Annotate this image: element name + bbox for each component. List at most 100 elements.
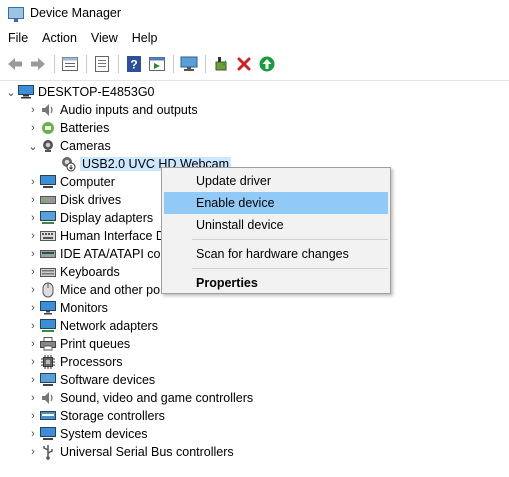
tree-item-label: Universal Serial Bus controllers bbox=[60, 445, 234, 459]
menu-update-driver[interactable]: Update driver bbox=[164, 170, 388, 192]
storage-controller-icon bbox=[40, 408, 56, 424]
computer-icon bbox=[40, 174, 56, 190]
tree-item-label: Keyboards bbox=[60, 265, 120, 279]
chevron-right-icon[interactable]: › bbox=[26, 281, 40, 299]
tree-item-cameras[interactable]: ⌄ Cameras bbox=[26, 137, 111, 155]
tree-item-storage[interactable]: › Storage controllers bbox=[26, 407, 165, 425]
window-title: Device Manager bbox=[30, 6, 122, 20]
tree-item-mice[interactable]: › Mice and other po bbox=[26, 281, 160, 299]
tree-item-print[interactable]: › Print queues bbox=[26, 335, 130, 353]
hid-icon bbox=[40, 228, 56, 244]
chevron-right-icon[interactable]: › bbox=[26, 191, 40, 209]
menu-properties[interactable]: Properties bbox=[164, 272, 388, 294]
ide-controller-icon bbox=[40, 246, 56, 262]
tree-item-computer[interactable]: › Computer bbox=[26, 173, 115, 191]
tree-item-label: Print queues bbox=[60, 337, 131, 351]
toolbar-separator bbox=[205, 55, 206, 73]
toolbar-separator bbox=[54, 55, 55, 73]
chevron-right-icon[interactable]: › bbox=[26, 173, 40, 191]
tree-item-disk[interactable]: › Disk drives bbox=[26, 191, 121, 209]
menu-bar: File Action View Help bbox=[0, 28, 165, 48]
uninstall-icon[interactable] bbox=[233, 53, 255, 75]
chevron-right-icon[interactable]: › bbox=[26, 263, 40, 281]
chevron-right-icon[interactable]: › bbox=[26, 443, 40, 461]
tree-item-processors[interactable]: › Processors bbox=[26, 353, 123, 371]
chevron-right-icon[interactable]: › bbox=[26, 335, 40, 353]
keyboard-icon bbox=[40, 264, 56, 280]
tree-item-label: Network adapters bbox=[60, 319, 158, 333]
tree-item-sound[interactable]: › Sound, video and game controllers bbox=[26, 389, 253, 407]
menu-separator bbox=[192, 268, 388, 269]
tree-item-system[interactable]: › System devices bbox=[26, 425, 148, 443]
forward-icon[interactable] bbox=[27, 53, 49, 75]
tree-item-label: Processors bbox=[60, 355, 123, 369]
chevron-right-icon[interactable]: › bbox=[26, 101, 40, 119]
chevron-right-icon[interactable]: › bbox=[26, 209, 40, 227]
monitor-icon[interactable] bbox=[178, 53, 200, 75]
back-icon[interactable] bbox=[4, 53, 26, 75]
menu-file[interactable]: File bbox=[0, 28, 35, 48]
menu-enable-device[interactable]: Enable device bbox=[164, 192, 388, 214]
enable-icon[interactable] bbox=[256, 53, 278, 75]
chevron-down-icon[interactable]: ⌄ bbox=[4, 83, 18, 101]
tree-item-batteries[interactable]: › Batteries bbox=[26, 119, 109, 137]
tree-root-label: DESKTOP-E4853G0 bbox=[38, 85, 155, 99]
properties-icon[interactable] bbox=[59, 53, 81, 75]
menu-help[interactable]: Help bbox=[125, 28, 165, 48]
help-icon[interactable]: ? bbox=[123, 53, 145, 75]
chevron-down-icon[interactable]: ⌄ bbox=[26, 137, 40, 155]
toolbar-separator bbox=[118, 55, 119, 73]
tree-item-label: Display adapters bbox=[60, 211, 154, 225]
tree-item-network[interactable]: › Network adapters bbox=[26, 317, 158, 335]
tree-item-label: Software devices bbox=[60, 373, 156, 387]
tree-root[interactable]: ⌄ DESKTOP-E4853G0 bbox=[4, 83, 155, 101]
software-device-icon bbox=[40, 372, 56, 388]
menu-view[interactable]: View bbox=[84, 28, 125, 48]
list-icon[interactable] bbox=[91, 53, 113, 75]
chevron-right-icon[interactable]: › bbox=[26, 407, 40, 425]
toolbar-separator bbox=[173, 55, 174, 73]
chevron-right-icon[interactable]: › bbox=[26, 245, 40, 263]
tree-item-audio[interactable]: › Audio inputs and outputs bbox=[26, 101, 198, 119]
usb-icon bbox=[40, 444, 56, 460]
tree-item-label: Disk drives bbox=[60, 193, 122, 207]
camera-icon bbox=[40, 138, 56, 154]
battery-icon bbox=[40, 120, 56, 136]
title-bar: Device Manager bbox=[0, 0, 509, 26]
menu-separator bbox=[192, 239, 388, 240]
chevron-right-icon[interactable]: › bbox=[26, 227, 40, 245]
sound-icon bbox=[40, 390, 56, 406]
display-adapter-icon bbox=[40, 210, 56, 226]
tree-item-keyboards[interactable]: › Keyboards bbox=[26, 263, 120, 281]
context-menu: Update driver Enable device Uninstall de… bbox=[161, 167, 391, 294]
tree-item-usb[interactable]: › Universal Serial Bus controllers bbox=[26, 443, 234, 461]
tree-item-label: Cameras bbox=[60, 139, 111, 153]
device-manager-app-icon bbox=[8, 7, 24, 22]
monitor-device-icon bbox=[40, 300, 56, 316]
tree-item-monitors[interactable]: › Monitors bbox=[26, 299, 108, 317]
chevron-right-icon[interactable]: › bbox=[26, 425, 40, 443]
chevron-right-icon[interactable]: › bbox=[26, 299, 40, 317]
svg-text:?: ? bbox=[130, 58, 137, 72]
tree-item-software[interactable]: › Software devices bbox=[26, 371, 155, 389]
tree-item-hid[interactable]: › Human Interface D bbox=[26, 227, 165, 245]
printer-icon bbox=[40, 336, 56, 352]
menu-uninstall-device[interactable]: Uninstall device bbox=[164, 214, 388, 236]
tree-item-display[interactable]: › Display adapters bbox=[26, 209, 153, 227]
menu-scan-hardware[interactable]: Scan for hardware changes bbox=[164, 243, 388, 265]
disabled-webcam-icon bbox=[60, 156, 76, 172]
processor-icon bbox=[40, 354, 56, 370]
chevron-right-icon[interactable]: › bbox=[26, 119, 40, 137]
chevron-right-icon[interactable]: › bbox=[26, 389, 40, 407]
speaker-icon bbox=[40, 102, 56, 118]
chevron-right-icon[interactable]: › bbox=[26, 371, 40, 389]
toolbar-separator bbox=[86, 55, 87, 73]
update-driver-icon[interactable] bbox=[210, 53, 232, 75]
tree-item-label: Audio inputs and outputs bbox=[60, 103, 198, 117]
action-icon[interactable] bbox=[146, 53, 168, 75]
chevron-right-icon[interactable]: › bbox=[26, 353, 40, 371]
chevron-right-icon[interactable]: › bbox=[26, 317, 40, 335]
disk-drive-icon bbox=[40, 192, 56, 208]
tree-item-ide[interactable]: › IDE ATA/ATAPI cor bbox=[26, 245, 165, 263]
menu-action[interactable]: Action bbox=[35, 28, 84, 48]
